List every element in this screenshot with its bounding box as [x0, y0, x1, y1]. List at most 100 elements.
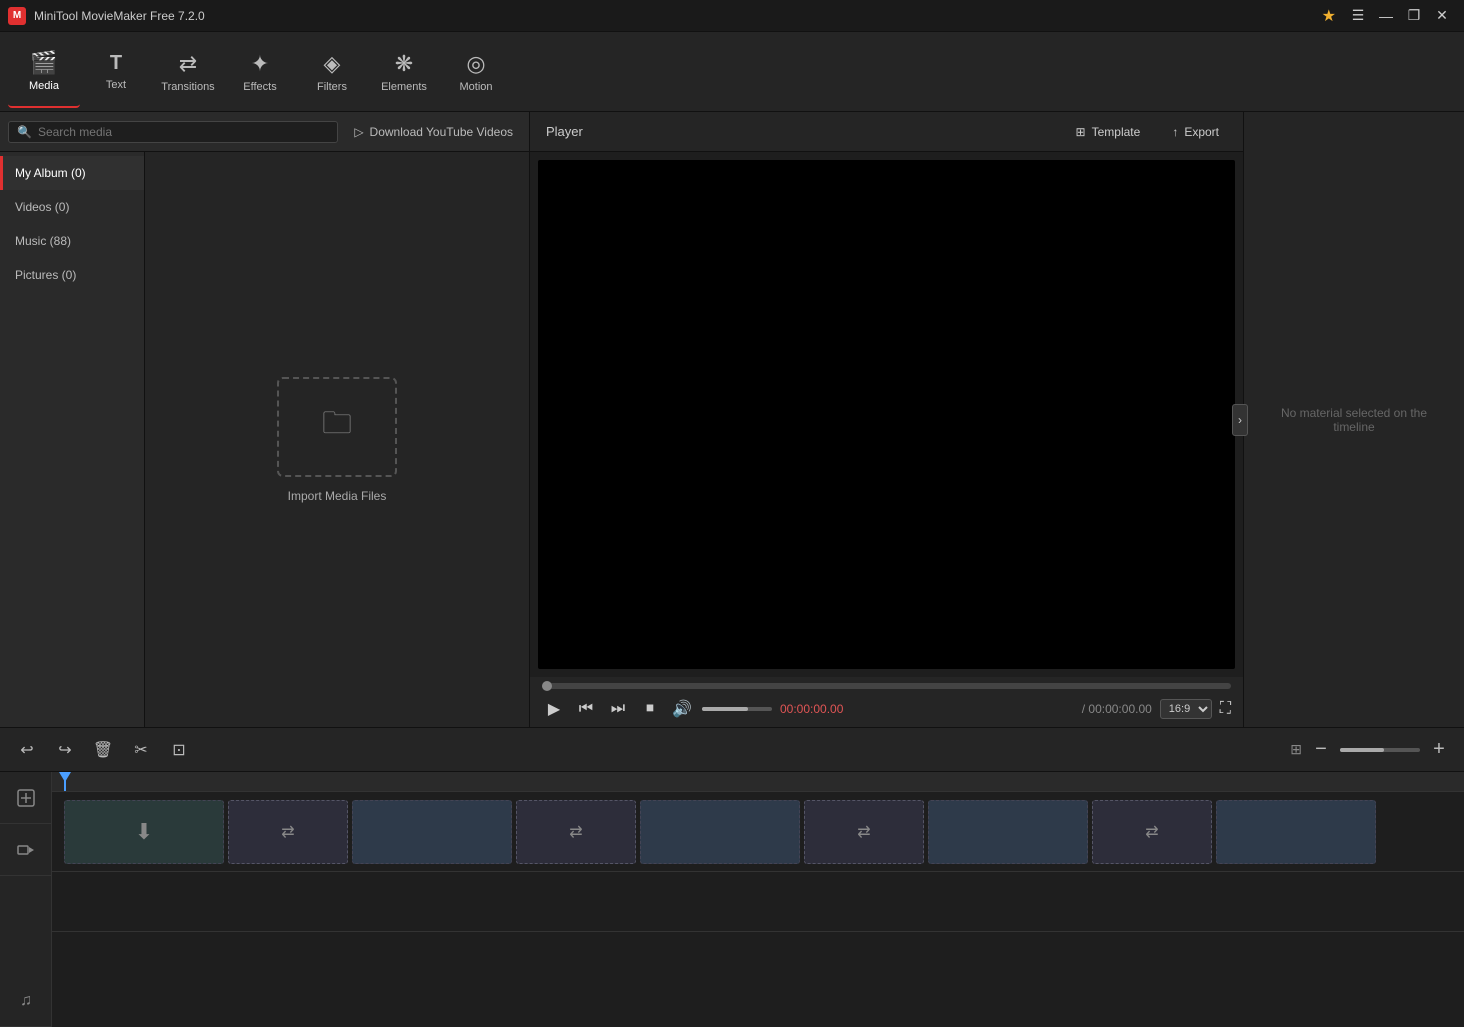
toolbar-text-label: Text: [106, 79, 126, 91]
zoom-columns-icon: ⊞: [1290, 741, 1302, 758]
toolbar-effects[interactable]: ✦ Effects: [224, 36, 296, 108]
titlebar: M MiniTool MovieMaker Free 7.2.0 ★ ☰ — ❐…: [0, 0, 1464, 32]
add-icon: [17, 789, 35, 807]
toolbar-media[interactable]: 🎬 Media: [8, 36, 80, 108]
sidebar-item-my-album[interactable]: My Album (0): [0, 156, 144, 190]
volume-fill: [702, 707, 748, 711]
current-time: 00:00:00.00: [780, 702, 1074, 716]
stop-button[interactable]: ⏹: [638, 697, 662, 721]
menu-button[interactable]: ☰: [1344, 5, 1372, 27]
sidebar-item-videos[interactable]: Videos (0): [0, 190, 144, 224]
timeline-side: ♫: [0, 772, 52, 1027]
prev-frame-button[interactable]: ⏮: [574, 697, 598, 721]
play-button[interactable]: ▶: [542, 697, 566, 721]
transition-clip-1[interactable]: ⇄: [228, 800, 348, 864]
text-icon: T: [110, 52, 122, 75]
import-media-label: Import Media Files: [288, 489, 387, 503]
zoom-in-button[interactable]: +: [1426, 737, 1452, 763]
add-track-button[interactable]: [0, 772, 52, 824]
zoom-slider[interactable]: [1340, 748, 1420, 752]
import-clip-icon: ⬇: [135, 819, 153, 845]
panel-collapse-button[interactable]: ›: [1232, 404, 1248, 436]
template-label: Template: [1092, 125, 1141, 139]
transition-clip-2[interactable]: ⇄: [516, 800, 636, 864]
download-youtube-button[interactable]: ▷ Download YouTube Videos: [346, 121, 521, 143]
close-button[interactable]: ✕: [1428, 5, 1456, 27]
left-panel: 🔍 ▷ Download YouTube Videos My Album (0)…: [0, 112, 530, 727]
toolbar-text[interactable]: T Text: [80, 36, 152, 108]
elements-icon: ❋: [395, 51, 413, 77]
toolbar-elements[interactable]: ❋ Elements: [368, 36, 440, 108]
import-media-box[interactable]: 🗀: [277, 377, 397, 477]
aspect-ratio-select[interactable]: 16:9 9:16 4:3 1:1: [1160, 699, 1212, 719]
toolbar-filters[interactable]: ◈ Filters: [296, 36, 368, 108]
progress-handle[interactable]: [542, 681, 552, 691]
timeline-tracks: ⬇ ⇄ ⇄ ⇄ ⇄: [52, 772, 1464, 1027]
folder-icon: 🗀: [322, 401, 352, 452]
player-panel: Player ⊞ Template ↑ Export: [530, 112, 1244, 727]
next-frame-button[interactable]: ⏭: [606, 697, 630, 721]
track-clip-3[interactable]: [640, 800, 800, 864]
export-button[interactable]: ↑ Export: [1164, 121, 1227, 143]
track-clip-2[interactable]: [352, 800, 512, 864]
toolbar-motion[interactable]: ◎ Motion: [440, 36, 512, 108]
volume-slider[interactable]: [702, 707, 772, 711]
timeline-ruler: [52, 772, 1464, 792]
search-input[interactable]: [38, 125, 329, 139]
app-title: MiniTool MovieMaker Free 7.2.0: [34, 9, 1322, 23]
filters-icon: ◈: [324, 51, 341, 77]
video-track-row: ⬇ ⇄ ⇄ ⇄ ⇄: [52, 792, 1464, 872]
controls-row: ▶ ⏮ ⏭ ⏹ 🔊 00:00:00.00 / 00:00:00.00 16:9…: [542, 697, 1231, 721]
template-button[interactable]: ⊞ Template: [1068, 121, 1149, 143]
volume-button[interactable]: 🔊: [670, 697, 694, 721]
transitions-icon: ⇄: [179, 51, 197, 77]
sidebar-item-pictures[interactable]: Pictures (0): [0, 258, 144, 292]
search-box[interactable]: 🔍: [8, 121, 338, 143]
search-icon: 🔍: [17, 125, 32, 139]
media-icon: 🎬: [30, 50, 57, 76]
media-toolbar: 🔍 ▷ Download YouTube Videos: [0, 112, 529, 152]
template-icon: ⊞: [1076, 125, 1086, 139]
fullscreen-button[interactable]: ⛶: [1220, 700, 1231, 718]
toolbar-motion-label: Motion: [459, 81, 492, 93]
redo-button[interactable]: ↪: [50, 735, 80, 765]
timeline-toolbar: ↩ ↪ 🗑 ✂ ⊡ ⊞ − +: [0, 728, 1464, 772]
restore-button[interactable]: ❐: [1400, 5, 1428, 27]
playhead-triangle: [59, 772, 71, 782]
player-title: Player: [546, 124, 583, 139]
toolbar-transitions[interactable]: ⇄ Transitions: [152, 36, 224, 108]
youtube-icon: ▷: [354, 125, 363, 139]
playhead: [64, 772, 66, 791]
timeline: ↩ ↪ 🗑 ✂ ⊡ ⊞ − +: [0, 727, 1464, 1027]
download-label: Download YouTube Videos: [370, 125, 513, 139]
left-panel-body: My Album (0) Videos (0) Music (88) Pictu…: [0, 152, 529, 727]
crop-button[interactable]: ⊡: [164, 735, 194, 765]
audio-track-row: [52, 872, 1464, 932]
progress-bar[interactable]: [542, 683, 1231, 689]
video-canvas: [538, 160, 1235, 669]
timeline-body: ♫ ⬇ ⇄ ⇄: [0, 772, 1464, 1027]
right-section: Player ⊞ Template ↑ Export: [530, 112, 1464, 727]
media-content: 🗀 Import Media Files: [145, 152, 529, 727]
video-track-button[interactable]: [0, 824, 52, 876]
audio-track-button[interactable]: ♫: [0, 975, 52, 1027]
track-clip-4[interactable]: [928, 800, 1088, 864]
no-material-label: No material selected on the timeline: [1260, 406, 1448, 434]
transition-icon-4: ⇄: [1145, 822, 1158, 842]
music-icon: ♫: [20, 992, 32, 1010]
cut-button[interactable]: ✂: [126, 735, 156, 765]
player-header: Player ⊞ Template ↑ Export: [530, 112, 1243, 152]
track-clip-import[interactable]: ⬇: [64, 800, 224, 864]
delete-button[interactable]: 🗑: [88, 735, 118, 765]
video-track-icon: [17, 843, 35, 857]
transition-icon-3: ⇄: [857, 822, 870, 842]
sidebar-item-music[interactable]: Music (88): [0, 224, 144, 258]
undo-button[interactable]: ↩: [12, 735, 42, 765]
transition-clip-3[interactable]: ⇄: [804, 800, 924, 864]
zoom-out-button[interactable]: −: [1308, 737, 1334, 763]
track-clip-5[interactable]: [1216, 800, 1376, 864]
transition-clip-4[interactable]: ⇄: [1092, 800, 1212, 864]
motion-icon: ◎: [466, 51, 485, 77]
transition-icon-2: ⇄: [569, 822, 582, 842]
minimize-button[interactable]: —: [1372, 5, 1400, 27]
